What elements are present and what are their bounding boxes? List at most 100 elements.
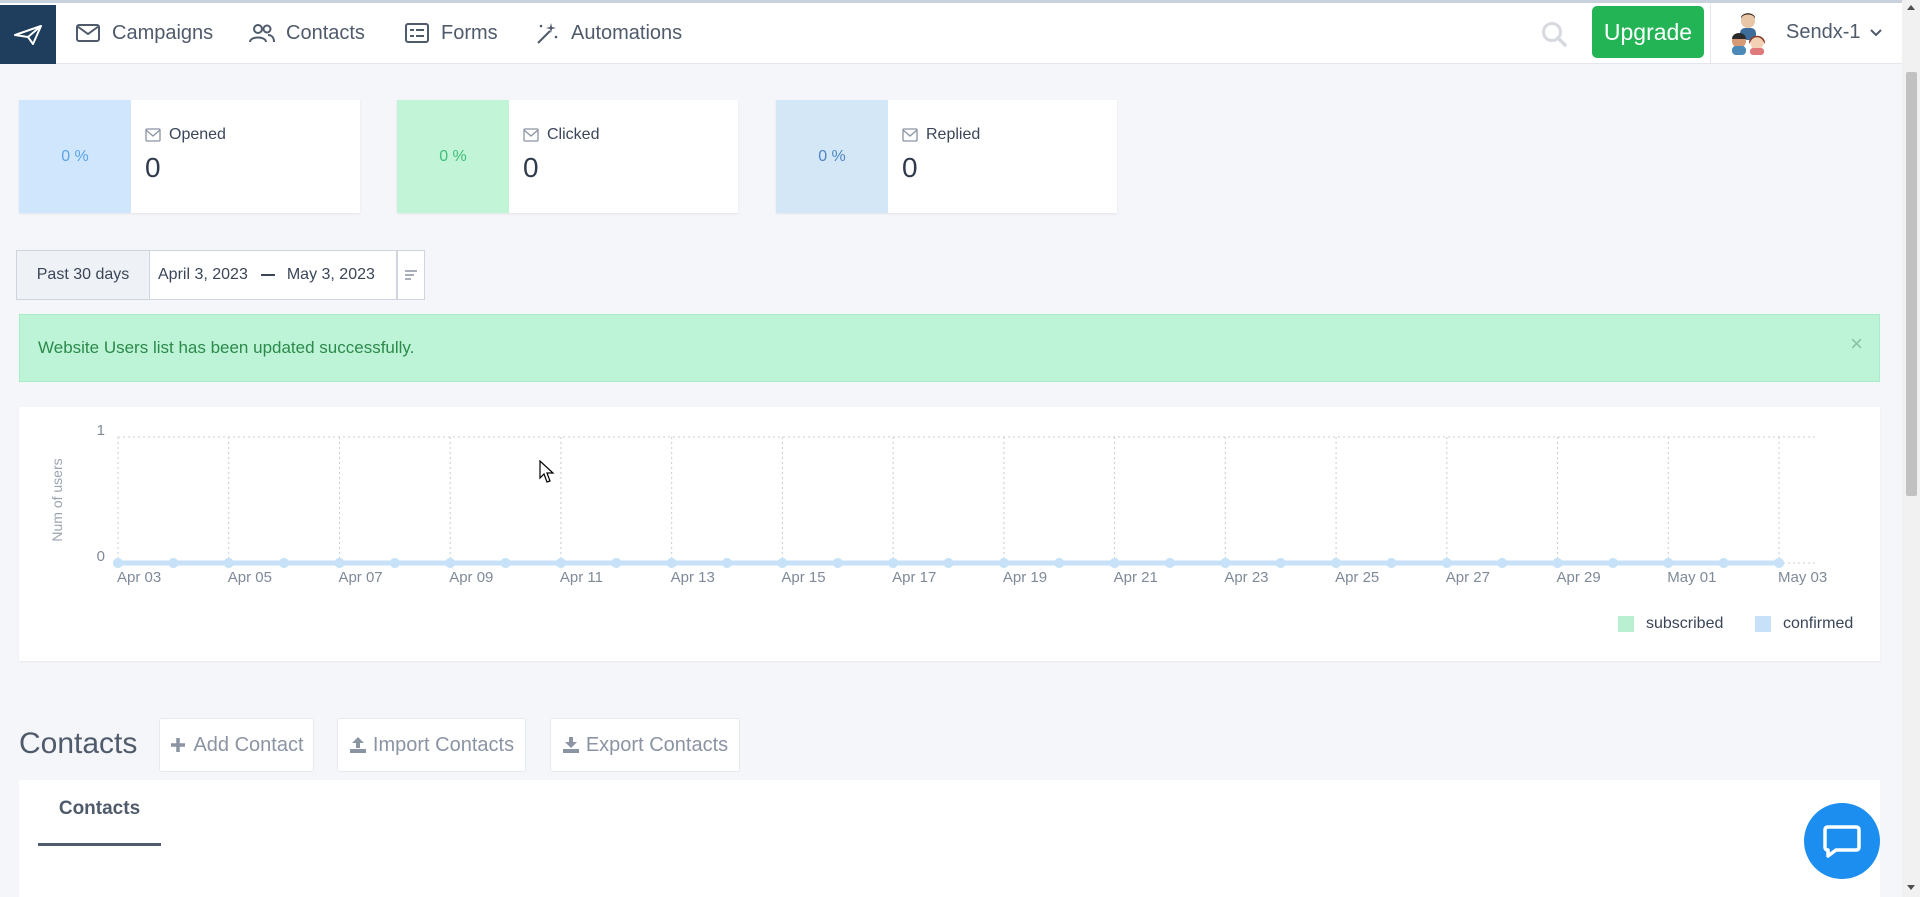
account-menu[interactable]: Sendx-1 (1786, 21, 1883, 44)
avatar[interactable] (1728, 11, 1768, 55)
filter-lines-icon (405, 270, 417, 280)
paper-plane-icon (14, 24, 42, 45)
legend-swatch (1755, 616, 1771, 632)
success-alert: Website Users list has been updated succ… (19, 314, 1880, 382)
end-date: May 3, 2023 (286, 266, 375, 283)
close-icon[interactable]: × (1850, 331, 1863, 357)
stat-percent: 0 % (397, 100, 509, 213)
stat-label: Replied (926, 126, 981, 143)
nav-campaigns-label: Campaigns (112, 21, 214, 44)
export-contacts-label: Export Contacts (585, 733, 729, 756)
date-range-picker[interactable]: April 3, 2023 May 3, 2023 (150, 250, 397, 300)
data-point-confirmed (666, 558, 677, 568)
stat-value: 0 (902, 152, 918, 183)
chat-bubble-icon (1823, 825, 1861, 858)
x-tick-label: Apr 09 (449, 569, 493, 586)
import-contacts-label: Import Contacts (372, 733, 515, 756)
x-tick-label: Apr 17 (892, 569, 936, 586)
envelope-icon (145, 128, 161, 142)
users-line-chart: Apr 03 Apr 05 Apr 07 Apr 09 Apr 11 Apr 13 Apr … (49, 422, 1827, 586)
nav-forms[interactable]: Forms (404, 19, 498, 47)
scrollbar-thumb[interactable] (1906, 72, 1917, 496)
x-tick-label: May 03 (1778, 569, 1827, 586)
app-logo[interactable] (0, 5, 56, 64)
nav-automations[interactable]: Automations (534, 19, 682, 47)
export-contacts-button[interactable]: Export Contacts (550, 718, 740, 772)
data-point-confirmed (1275, 558, 1286, 568)
users-chart-card: Apr 03 Apr 05 Apr 07 Apr 09 Apr 11 Apr 13 Apr … (19, 407, 1880, 661)
tab-contacts[interactable]: Contacts (38, 798, 161, 846)
data-point-confirmed (1331, 558, 1342, 568)
data-point-confirmed (223, 558, 234, 568)
upgrade-button[interactable]: Upgrade (1592, 6, 1704, 58)
legend-swatch (1618, 616, 1634, 632)
top-navbar: Campaigns Contacts Forms Automations Upg… (0, 3, 1902, 64)
x-tick-label: Apr 29 (1557, 569, 1601, 586)
data-point-confirmed (943, 558, 954, 568)
data-point-confirmed (832, 558, 843, 568)
stat-card-opened: 0 % Opened 0 (19, 100, 360, 213)
x-tick-label: Apr 19 (1003, 569, 1047, 586)
date-preset-button[interactable]: Past 30 days (16, 250, 150, 300)
data-point-confirmed (888, 558, 899, 568)
import-contacts-button[interactable]: Import Contacts (337, 718, 526, 772)
data-point-confirmed (1718, 558, 1729, 568)
x-tick-label: Apr 21 (1114, 569, 1158, 586)
y-axis-label: Num of users (49, 458, 65, 541)
x-tick-label: Apr 27 (1446, 569, 1490, 586)
contacts-panel (19, 780, 1880, 897)
data-point-confirmed (1552, 558, 1563, 568)
plus-icon (171, 738, 186, 752)
download-icon (562, 737, 579, 753)
data-point-confirmed (1054, 558, 1065, 568)
data-point-confirmed (1663, 558, 1674, 568)
data-point-confirmed (722, 558, 733, 568)
scroll-up-arrow-icon[interactable] (1906, 3, 1916, 11)
legend-subscribed[interactable]: subscribed (1618, 615, 1723, 633)
add-contact-label: Add Contact (193, 733, 304, 756)
stat-percent: 0 % (19, 100, 131, 213)
search-icon[interactable] (1540, 20, 1568, 48)
contacts-heading: Contacts (19, 727, 138, 760)
start-date: April 3, 2023 (158, 266, 248, 283)
nav-campaigns[interactable]: Campaigns (75, 19, 213, 47)
mouse-cursor-icon (539, 460, 555, 483)
x-tick-label: Apr 15 (781, 569, 825, 586)
chat-widget-button[interactable] (1804, 803, 1880, 879)
data-point-confirmed (1386, 558, 1397, 568)
data-point-confirmed (389, 558, 400, 568)
data-point-confirmed (611, 558, 622, 568)
data-point-confirmed (1441, 558, 1452, 568)
account-name: Sendx-1 (1786, 21, 1861, 43)
data-point-confirmed (445, 558, 456, 568)
legend-label: confirmed (1783, 615, 1854, 632)
nav-forms-label: Forms (441, 21, 498, 44)
x-tick-label: May 01 (1667, 569, 1716, 586)
data-point-confirmed (500, 558, 511, 568)
date-filter-toggle[interactable] (397, 250, 425, 300)
stat-label: Clicked (547, 126, 600, 143)
add-contact-button[interactable]: Add Contact (159, 718, 314, 772)
data-point-confirmed (777, 558, 788, 568)
y-tick-label: 1 (97, 422, 105, 439)
data-point-confirmed (1109, 558, 1120, 568)
stat-value: 0 (145, 152, 161, 183)
nav-automations-label: Automations (571, 21, 683, 44)
header-divider (1710, 3, 1711, 64)
scroll-down-arrow-icon[interactable] (1906, 884, 1916, 892)
data-point-confirmed (1220, 558, 1231, 568)
page-scrollbar[interactable] (1902, 0, 1920, 897)
x-tick-label: Apr 23 (1224, 569, 1268, 586)
stat-card-replied: 0 % Replied 0 (776, 100, 1117, 213)
x-tick-label: Apr 25 (1335, 569, 1379, 586)
data-point-confirmed (1497, 558, 1508, 568)
x-tick-label: Apr 03 (117, 569, 161, 586)
magic-wand-icon (534, 20, 560, 46)
nav-contacts[interactable]: Contacts (249, 19, 365, 47)
legend-label: subscribed (1646, 615, 1724, 632)
legend-confirmed[interactable]: confirmed (1755, 615, 1853, 633)
form-icon (404, 20, 430, 46)
stat-card-clicked: 0 % Clicked 0 (397, 100, 738, 213)
stat-value: 0 (523, 152, 539, 183)
x-tick-label: Apr 05 (228, 569, 272, 586)
